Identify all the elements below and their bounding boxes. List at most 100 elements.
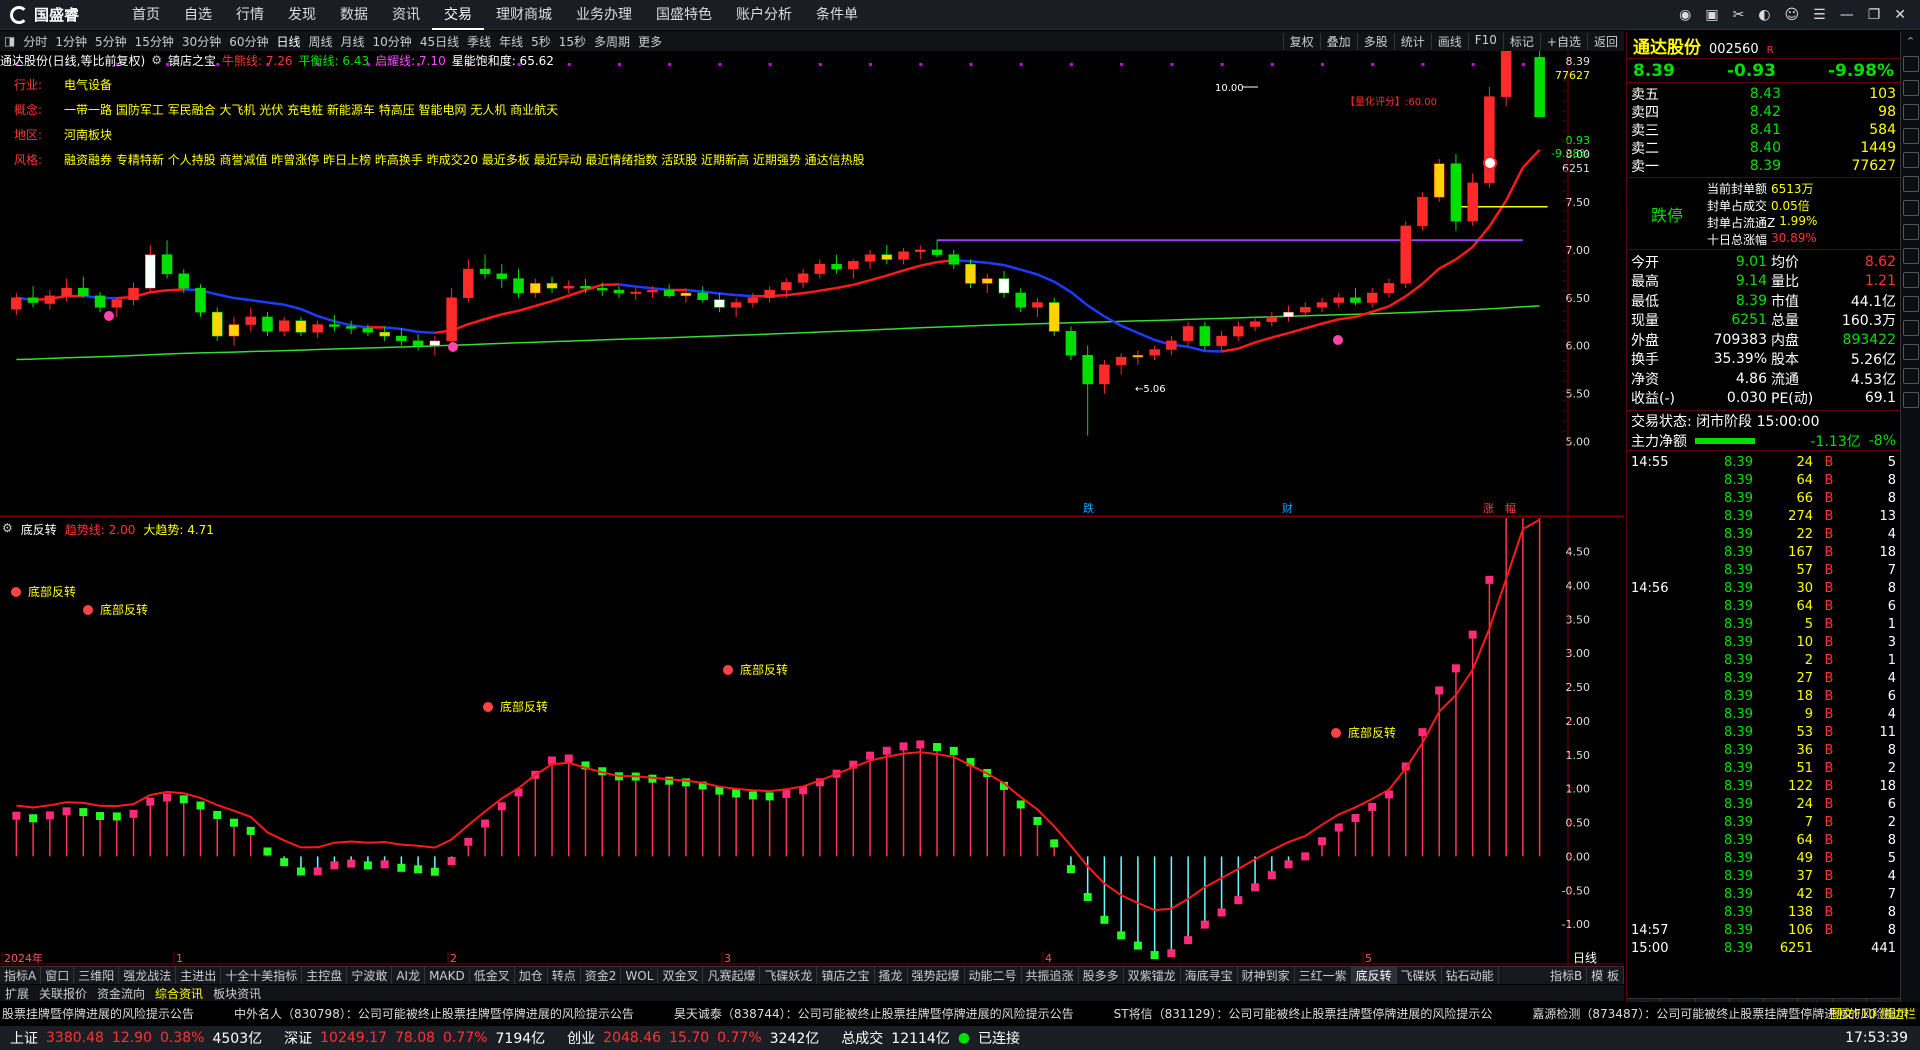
tool-icon[interactable] xyxy=(1902,200,1919,216)
scroll-up-icon[interactable]: ⌃ xyxy=(1906,35,1915,48)
menu-item[interactable]: 账户分析 xyxy=(724,0,804,30)
chart-tool-button[interactable]: F10 xyxy=(1467,32,1503,50)
menu-item[interactable]: 发现 xyxy=(276,0,328,30)
menu-icon[interactable]: ☰ xyxy=(1813,7,1826,23)
info-tab[interactable]: 关联报价 xyxy=(34,985,92,1002)
period-tab[interactable]: 1分钟 xyxy=(51,33,91,50)
indicator-tab[interactable]: 底反转 xyxy=(1351,967,1397,984)
info-tab[interactable]: 资金流向 xyxy=(92,985,150,1002)
chart-tool-button[interactable]: 叠加 xyxy=(1319,32,1357,50)
ask-row[interactable]: 卖四 8.42 98 xyxy=(1627,103,1900,121)
indicator-tab[interactable]: 三红一紫 xyxy=(1295,967,1352,984)
indicator-gear-icon-2[interactable]: ⚙ xyxy=(2,521,13,538)
menu-item[interactable]: 行情 xyxy=(224,0,276,30)
tool-icon[interactable] xyxy=(1902,320,1919,336)
tool-icon[interactable] xyxy=(1902,272,1919,288)
period-tab[interactable]: 周线 xyxy=(305,33,337,50)
chart-tool-button[interactable]: 画线 xyxy=(1430,32,1468,50)
tool-icon[interactable] xyxy=(1902,176,1919,192)
indicator-tab[interactable]: 镇店之宝 xyxy=(817,967,875,984)
tool-icon[interactable] xyxy=(1902,344,1919,360)
indicator-tab[interactable]: 双紫镭龙 xyxy=(1124,967,1181,984)
indicator-gear-icon[interactable]: ⚙ xyxy=(151,53,162,67)
menu-item[interactable]: 数据 xyxy=(328,0,380,30)
tool-icon[interactable] xyxy=(1902,224,1919,240)
user-icon[interactable]: ☺ xyxy=(1785,7,1800,23)
indicator-tab[interactable]: 共振追涨 xyxy=(1022,967,1079,984)
indicator-tab-right[interactable]: 模 板 xyxy=(1587,967,1624,984)
indicator-tab[interactable]: AI龙 xyxy=(392,967,426,984)
period-tab[interactable]: 10分钟 xyxy=(369,33,416,50)
tool-icon[interactable] xyxy=(1902,56,1919,72)
tool-icon[interactable] xyxy=(1902,80,1919,96)
period-tab[interactable]: 60分钟 xyxy=(225,33,272,50)
message-icon[interactable]: ▣ xyxy=(1705,7,1718,23)
chart-tool-button[interactable]: +自选 xyxy=(1539,32,1587,50)
indicator-title[interactable]: 底反转 xyxy=(21,521,57,538)
news-item[interactable]: 股票挂牌暨停牌进展的风险提示公告 xyxy=(2,1005,194,1022)
collapse-icon[interactable]: ◨ xyxy=(0,34,19,48)
menu-item[interactable]: 业务办理 xyxy=(564,0,644,30)
tick-list[interactable]: 14:55 8.39 24 B 5 8.39 64 B 8 8.39 66 B 8 8.39 274 B 13 8… xyxy=(1627,451,1900,957)
menu-item[interactable]: 资讯 xyxy=(380,0,432,30)
indicator-tab[interactable]: 主控盘 xyxy=(302,967,348,984)
menu-item[interactable]: 交易 xyxy=(432,0,484,30)
indicator-tab[interactable]: 窗口 xyxy=(41,967,75,984)
menu-item[interactable]: 自选 xyxy=(172,0,224,30)
tool-icon[interactable] xyxy=(1902,248,1919,264)
indicator-tab[interactable]: 转点 xyxy=(548,967,581,984)
indicator-tab[interactable]: 强龙战法 xyxy=(119,967,177,984)
news-item[interactable]: 中外名人（830798）：公司可能被终止股票挂牌暨停牌进展的风险提示公告 xyxy=(234,1005,634,1022)
ask-row[interactable]: 卖一 8.39 77627 xyxy=(1627,157,1900,175)
chart-tool-button[interactable]: 多股 xyxy=(1356,32,1394,50)
indicator-tab[interactable]: 主进出 xyxy=(176,967,222,984)
indicator-tab[interactable]: 海底寻宝 xyxy=(1181,967,1238,984)
maximize-icon[interactable]: ❐ xyxy=(1868,7,1881,23)
chart-tool-button[interactable]: 返回 xyxy=(1586,32,1624,50)
menu-item[interactable]: 条件单 xyxy=(804,0,870,30)
indicator-tab[interactable]: 加仓 xyxy=(515,967,548,984)
indicator-tab[interactable]: 双金叉 xyxy=(658,967,704,984)
tool-icon[interactable] xyxy=(1902,368,1919,384)
indicator-tab[interactable]: 钻石动能 xyxy=(1442,967,1499,984)
tool-icon[interactable] xyxy=(1902,152,1919,168)
indicator-tab[interactable]: 低金叉 xyxy=(470,967,515,984)
menu-item[interactable]: 理财商城 xyxy=(484,0,564,30)
index-name[interactable]: 创业 xyxy=(567,1028,595,1048)
indicator-tab[interactable]: 财神到家 xyxy=(1238,967,1295,984)
indicator-tab[interactable]: 凡赛起爆 xyxy=(703,967,761,984)
indicator-tab[interactable]: MAKD xyxy=(425,968,470,983)
ask-row[interactable]: 卖三 8.41 584 xyxy=(1627,121,1900,139)
indicator-tab[interactable]: 动能二号 xyxy=(965,967,1022,984)
indicator-tab[interactable]: 强势起爆 xyxy=(908,967,965,984)
indicator-tab[interactable]: 股多多 xyxy=(1079,967,1124,984)
ask-row[interactable]: 卖二 8.40 1449 xyxy=(1627,139,1900,157)
period-tab[interactable]: 5秒 xyxy=(527,33,555,50)
indicator-tab[interactable]: 飞碟妖龙 xyxy=(760,967,818,984)
ask-row[interactable]: 卖五 8.43 103 xyxy=(1627,85,1900,103)
tool-icon[interactable] xyxy=(1902,104,1919,120)
period-tab[interactable]: 更多 xyxy=(634,33,666,50)
indicator-tab[interactable]: 飞碟妖 xyxy=(1397,967,1442,984)
index-name[interactable]: 深证 xyxy=(284,1028,312,1048)
period-tab[interactable]: 分时 xyxy=(19,33,51,50)
period-tab[interactable]: 季线 xyxy=(463,33,495,50)
minimize-icon[interactable]: — xyxy=(1840,7,1854,23)
info-tab[interactable]: 板块资讯 xyxy=(208,985,266,1002)
menu-item[interactable]: 首页 xyxy=(120,0,172,30)
f10-sidebar-link[interactable]: 图文F10 侧边栏 xyxy=(1830,1005,1916,1022)
tool-icon[interactable] xyxy=(1902,296,1919,312)
close-icon[interactable]: ✕ xyxy=(1894,7,1906,23)
period-tab[interactable]: 年线 xyxy=(495,33,527,50)
tool-icon[interactable] xyxy=(1902,392,1919,408)
period-tab[interactable]: 45日线 xyxy=(416,33,463,50)
indicator-tab[interactable]: 宁波敢 xyxy=(347,967,393,984)
period-tab[interactable]: 月线 xyxy=(337,33,369,50)
chart-tool-button[interactable]: 标记 xyxy=(1502,32,1540,50)
news-item[interactable]: ST将信（831129）：公司可能被终止股票挂牌暨停牌进展的风险提示公 xyxy=(1114,1005,1493,1022)
indicator-name[interactable]: 镇店之宝 xyxy=(168,52,216,69)
period-tab[interactable]: 30分钟 xyxy=(178,33,225,50)
index-name[interactable]: 上证 xyxy=(10,1028,38,1048)
news-item[interactable]: 昊天诚泰（838744）：公司可能被终止股票挂牌暨停牌进展的风险提示公告 xyxy=(674,1005,1074,1022)
period-tab[interactable]: 15分钟 xyxy=(131,33,178,50)
